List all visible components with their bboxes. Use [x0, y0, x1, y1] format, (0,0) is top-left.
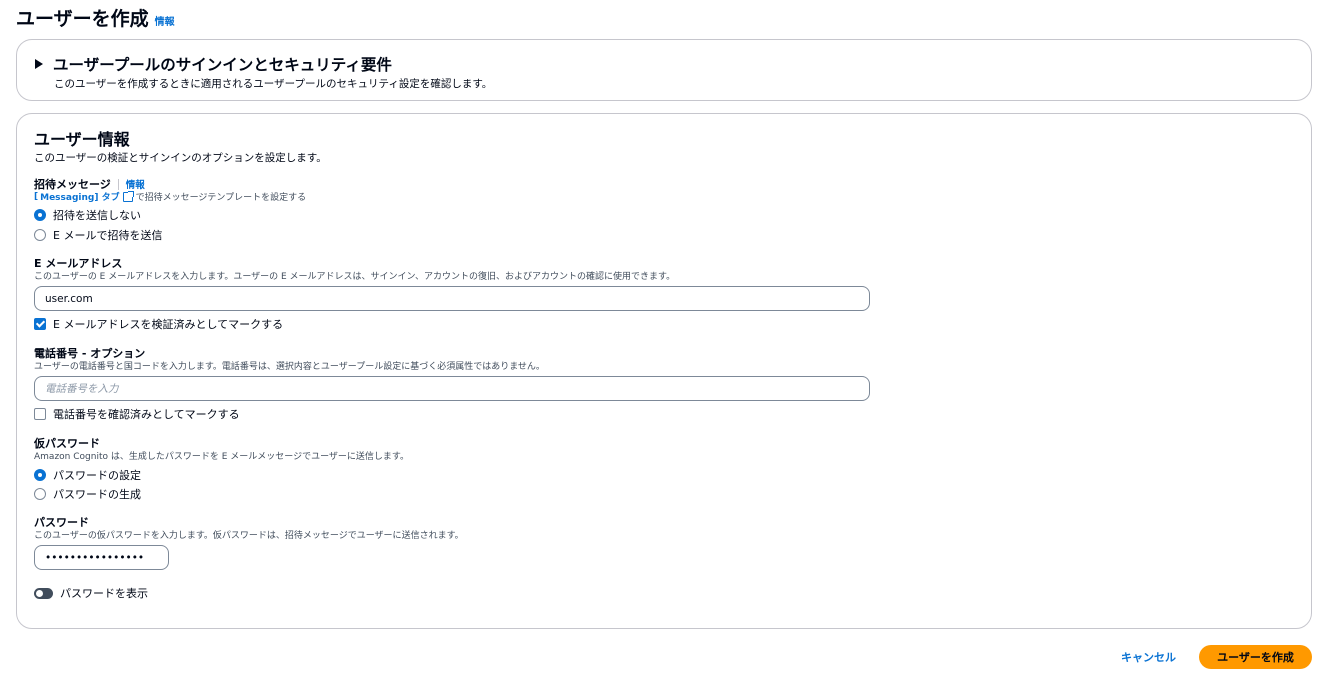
- phone-hint: ユーザーの電話番号と国コードを入力します。電話番号は、選択内容とユーザープール設…: [34, 362, 545, 372]
- security-panel-title: ユーザープールのサインインとセキュリティ要件: [53, 56, 392, 74]
- radio-email-invite-label: E メールで招待を送信: [53, 229, 163, 242]
- radio-no-invite[interactable]: 招待を送信しない: [34, 207, 141, 223]
- phone-verified-checkbox[interactable]: 電話番号を確認済みとしてマークする: [34, 406, 240, 422]
- checkbox-unchecked-icon[interactable]: [34, 408, 46, 420]
- radio-unselected-icon[interactable]: [34, 488, 46, 500]
- external-link-icon[interactable]: [122, 190, 134, 202]
- radio-generate-password[interactable]: パスワードの生成: [34, 486, 141, 502]
- user-info-title: ユーザー情報: [34, 130, 130, 149]
- email-input[interactable]: [34, 286, 870, 311]
- create-user-button[interactable]: ユーザーを作成: [1199, 645, 1312, 669]
- radio-unselected-icon[interactable]: [34, 229, 46, 241]
- invitation-hint: [ Messaging] タブ で招待メッセージテンプレートを設定する: [34, 190, 306, 203]
- show-password-toggle[interactable]: パスワードを表示: [34, 585, 148, 601]
- radio-email-invite[interactable]: E メールで招待を送信: [34, 227, 162, 243]
- phone-verified-label: 電話番号を確認済みとしてマークする: [53, 408, 240, 421]
- radio-set-password[interactable]: パスワードの設定: [34, 467, 141, 483]
- email-verified-label: E メールアドレスを検証済みとしてマークする: [53, 318, 284, 331]
- messaging-bracket: [: [34, 191, 39, 202]
- toggle-knob: [36, 589, 43, 597]
- toggle-switch[interactable]: [34, 587, 53, 599]
- divider: [117, 178, 119, 190]
- radio-selected-icon[interactable]: [34, 469, 46, 481]
- security-panel-description: このユーザーを作成するときに適用されるユーザープールのセキュリティ設定を確認しま…: [54, 78, 493, 90]
- radio-selected-icon[interactable]: [34, 209, 46, 221]
- user-info-description: このユーザーの検証とサインインのオプションを設定します。: [34, 152, 327, 164]
- user-info-panel: ユーザー情報 このユーザーの検証とサインインのオプションを設定します。 招待メッ…: [16, 113, 1312, 629]
- cancel-button[interactable]: キャンセル: [1113, 645, 1184, 669]
- password-input[interactable]: [34, 545, 169, 570]
- radio-generate-password-label: パスワードの生成: [53, 488, 141, 501]
- info-link[interactable]: 情報: [155, 13, 175, 28]
- radio-set-password-label: パスワードの設定: [53, 469, 141, 482]
- invitation-info-link[interactable]: 情報: [126, 177, 145, 191]
- messaging-tab-link[interactable]: Messaging] タブ: [40, 190, 119, 203]
- security-requirements-panel: ユーザープールのサインインとセキュリティ要件 このユーザーを作成するときに適用さ…: [16, 39, 1312, 101]
- page-title: ユーザーを作成: [16, 8, 149, 30]
- radio-no-invite-label: 招待を送信しない: [53, 209, 141, 222]
- security-expand-toggle[interactable]: ユーザープールのサインインとセキュリティ要件: [35, 53, 392, 75]
- page-header: ユーザーを作成 情報: [16, 4, 175, 31]
- phone-input[interactable]: [34, 376, 870, 401]
- show-password-label: パスワードを表示: [60, 587, 148, 600]
- temp-password-hint: Amazon Cognito は、生成したパスワードを E メールメッセージでユ…: [34, 452, 409, 462]
- caret-right-icon: [35, 59, 43, 69]
- email-hint: このユーザーの E メールアドレスを入力します。ユーザーの E メールアドレスは…: [34, 272, 676, 282]
- password-hint: このユーザーの仮パスワードを入力します。仮パスワードは、招待メッセージでユーザー…: [34, 531, 464, 541]
- invitation-hint-text: で招待メッセージテンプレートを設定する: [135, 193, 307, 203]
- email-verified-checkbox[interactable]: E メールアドレスを検証済みとしてマークする: [34, 316, 283, 332]
- checkbox-checked-icon[interactable]: [34, 318, 46, 330]
